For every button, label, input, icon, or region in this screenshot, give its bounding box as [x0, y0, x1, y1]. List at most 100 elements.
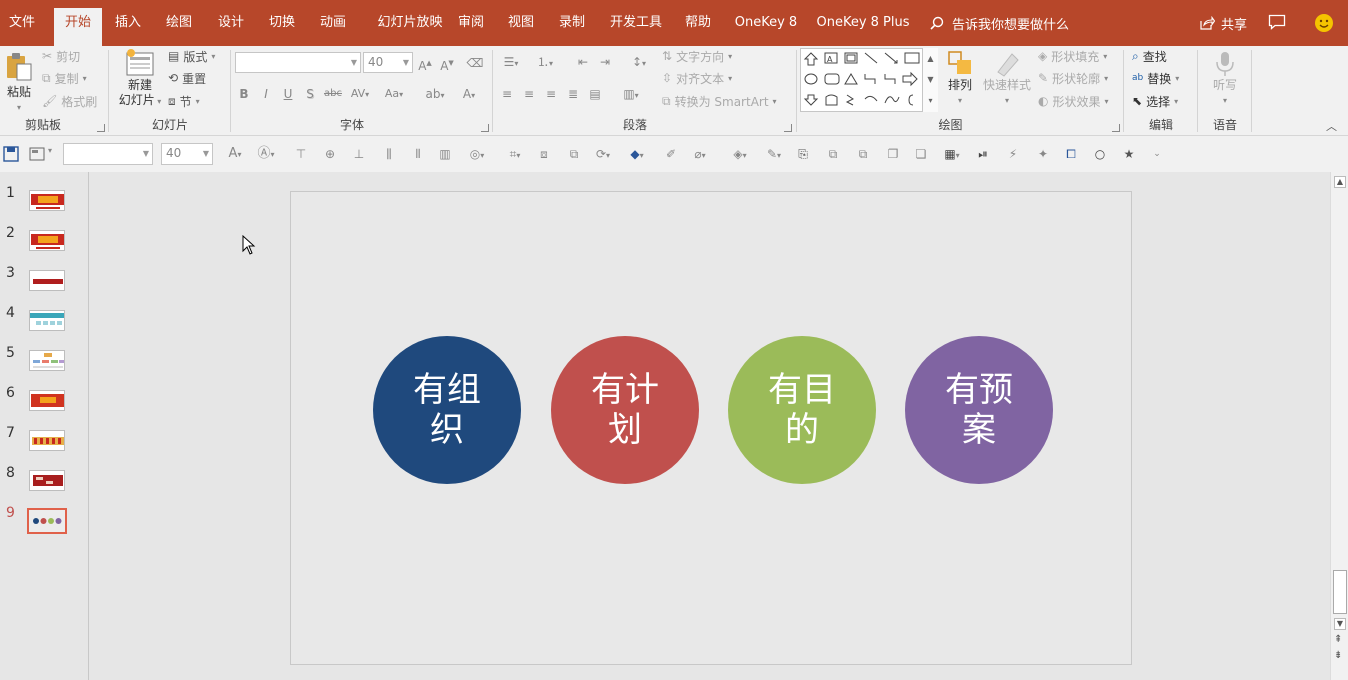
reset-button[interactable]: ⟲ 重置: [168, 68, 206, 88]
justify-icon[interactable]: ≣: [564, 84, 582, 104]
align-left-icon[interactable]: ≡: [498, 84, 516, 104]
tab-review[interactable]: 审阅: [450, 8, 492, 38]
format-painter-icon[interactable]: ⎘: [794, 144, 812, 164]
screenshot-icon[interactable]: ⧠: [1062, 144, 1080, 164]
numbering-icon[interactable]: ⒈▾: [532, 52, 558, 74]
shape-outline-button[interactable]: ✎ 形状轮廓 ▾: [1038, 68, 1108, 88]
scroll-up-icon[interactable]: ▲: [1334, 176, 1346, 188]
tab-onekey8[interactable]: OneKey 8: [728, 8, 804, 38]
columns-icon[interactable]: ▥▾: [618, 84, 644, 106]
group-objects-icon[interactable]: ⧈: [535, 144, 553, 164]
tab-design[interactable]: 设计: [210, 8, 252, 38]
slide-thumbnail-6[interactable]: [29, 390, 65, 411]
next-slide-icon[interactable]: ⇟: [1334, 650, 1342, 661]
cut-button[interactable]: ✂ 剪切: [42, 46, 80, 66]
shape-effects-button[interactable]: ◐ 形状效果 ▾: [1038, 91, 1109, 111]
paint-bucket-icon[interactable]: ◈▾: [726, 144, 754, 166]
collapse-ribbon-icon[interactable]: ︿: [1326, 118, 1337, 134]
align-bottom-icon[interactable]: ⊥: [350, 144, 368, 164]
circle-shape-2[interactable]: 有计划: [551, 336, 699, 484]
paragraph-launcher-icon[interactable]: [784, 124, 792, 132]
scroll-down-icon[interactable]: ▼: [1334, 618, 1346, 630]
brush-icon[interactable]: ✐: [662, 144, 680, 164]
align-text-button[interactable]: ⇳ 对齐文本 ▾: [662, 68, 732, 88]
italic-button[interactable]: I: [258, 84, 274, 104]
circle-shape-1[interactable]: 有组织: [373, 336, 521, 484]
tab-file[interactable]: 文件: [0, 8, 44, 38]
font-size-box[interactable]: 40 ▼: [363, 52, 413, 73]
increase-indent-icon[interactable]: ⇥: [596, 52, 614, 72]
oval-icon[interactable]: ○: [1091, 144, 1109, 164]
underline-button[interactable]: U: [280, 84, 296, 104]
align-center-icon[interactable]: ≡: [520, 84, 538, 104]
share-button[interactable]: 共享: [1199, 8, 1247, 38]
align-top-icon[interactable]: ⊤: [292, 144, 310, 164]
text-direction-button[interactable]: ⇅ 文字方向 ▾: [662, 46, 732, 66]
decrease-indent-icon[interactable]: ⇤: [574, 52, 592, 72]
eraser-icon[interactable]: ⌀▾: [686, 144, 714, 166]
shapes-gallery[interactable]: A: [800, 48, 938, 112]
slide-thumbnail-1[interactable]: [29, 190, 65, 211]
char-spacing-button[interactable]: AV▾: [346, 84, 374, 105]
tab-draw[interactable]: 绘图: [158, 8, 200, 38]
sparkle-icon[interactable]: ✦: [1034, 144, 1052, 164]
bring-front-icon[interactable]: ❐: [884, 144, 902, 164]
tab-help[interactable]: 帮助: [677, 8, 719, 38]
send-back-icon[interactable]: ❏: [912, 144, 930, 164]
qat-font-name-box[interactable]: ▼: [63, 143, 153, 165]
layout-icon[interactable]: [28, 145, 46, 163]
tell-me-search[interactable]: 告诉我你想要做什么: [930, 8, 1069, 38]
feedback-smiley[interactable]: [1314, 13, 1334, 33]
customize-qat-icon[interactable]: ⌄: [1150, 144, 1164, 164]
rotate-icon[interactable]: ⟳▾: [590, 144, 616, 166]
slide-canvas[interactable]: 有组织 有计划 有目的 有预案: [290, 191, 1132, 665]
tab-transitions[interactable]: 切换: [261, 8, 303, 38]
change-case-button[interactable]: Aa▾: [380, 84, 408, 105]
font-name-box[interactable]: ▼: [235, 52, 361, 73]
align-right-icon[interactable]: ≡: [542, 84, 560, 104]
vertical-scrollbar[interactable]: ▲ ▼ ⇞ ⇟: [1330, 172, 1348, 680]
section-button[interactable]: ⧈ 节 ▾: [168, 91, 200, 111]
strikethrough-button[interactable]: abc: [322, 84, 344, 104]
arrange-button[interactable]: 排列 ▾: [942, 48, 978, 108]
tab-developer[interactable]: 开发工具: [602, 8, 670, 38]
clear-format-icon[interactable]: ⌫: [466, 53, 484, 73]
tab-onekey8plus[interactable]: OneKey 8 Plus: [812, 8, 914, 38]
tab-record[interactable]: 录制: [551, 8, 593, 38]
find-button[interactable]: ⌕ 查找: [1132, 46, 1167, 66]
drawing-launcher-icon[interactable]: [1112, 124, 1120, 132]
scroll-thumb[interactable]: [1333, 570, 1347, 614]
shadow-button[interactable]: S: [302, 84, 318, 104]
font-color-icon[interactable]: A▾: [224, 144, 246, 165]
new-slide-button[interactable]: 新建 幻灯片 ▾: [114, 48, 166, 109]
merge-shapes-icon[interactable]: ◎▾: [463, 144, 491, 166]
table-icon[interactable]: ▦▾: [938, 144, 966, 166]
slide-thumbnail-9[interactable]: [27, 508, 67, 534]
shape-fill-button[interactable]: ◈ 形状填充 ▾: [1038, 46, 1107, 66]
video-icon[interactable]: ⏯: [974, 144, 992, 164]
tab-slideshow[interactable]: 幻灯片放映: [364, 8, 456, 38]
magic-wand-icon[interactable]: ⚡: [1004, 144, 1022, 164]
line-spacing-icon[interactable]: ↕▾: [626, 52, 652, 74]
ungroup-icon[interactable]: ⧉: [565, 144, 583, 164]
dictate-button[interactable]: 听写 ▾: [1203, 50, 1247, 108]
comments-button[interactable]: [1268, 14, 1286, 30]
clipboard-launcher-icon[interactable]: [97, 124, 105, 132]
circle-shape-4[interactable]: 有预案: [905, 336, 1053, 484]
smartart-button[interactable]: ⧉ 转换为 SmartArt ▾: [662, 91, 777, 111]
bullets-icon[interactable]: ☰▾: [498, 52, 524, 74]
tab-home[interactable]: 开始: [54, 8, 102, 46]
replace-button[interactable]: ab 替换 ▾: [1132, 68, 1179, 88]
tab-insert[interactable]: 插入: [108, 8, 148, 38]
distributed-icon[interactable]: ▤: [586, 84, 604, 104]
copy-button[interactable]: ⧉ 复制 ▾: [42, 68, 87, 88]
grow-font-icon[interactable]: A▲: [416, 53, 434, 76]
previous-slide-icon[interactable]: ⇞: [1334, 634, 1342, 645]
format-painter-button[interactable]: 🖌 格式刷: [42, 91, 97, 111]
tab-animations[interactable]: 动画: [312, 8, 354, 38]
pen-icon[interactable]: ✎▾: [760, 144, 788, 166]
layout-button[interactable]: ▤ 版式 ▾: [168, 46, 215, 66]
send-backward-icon[interactable]: ⧉: [854, 144, 872, 164]
font-launcher-icon[interactable]: [481, 124, 489, 132]
slide-thumbnail-3[interactable]: [29, 270, 65, 291]
